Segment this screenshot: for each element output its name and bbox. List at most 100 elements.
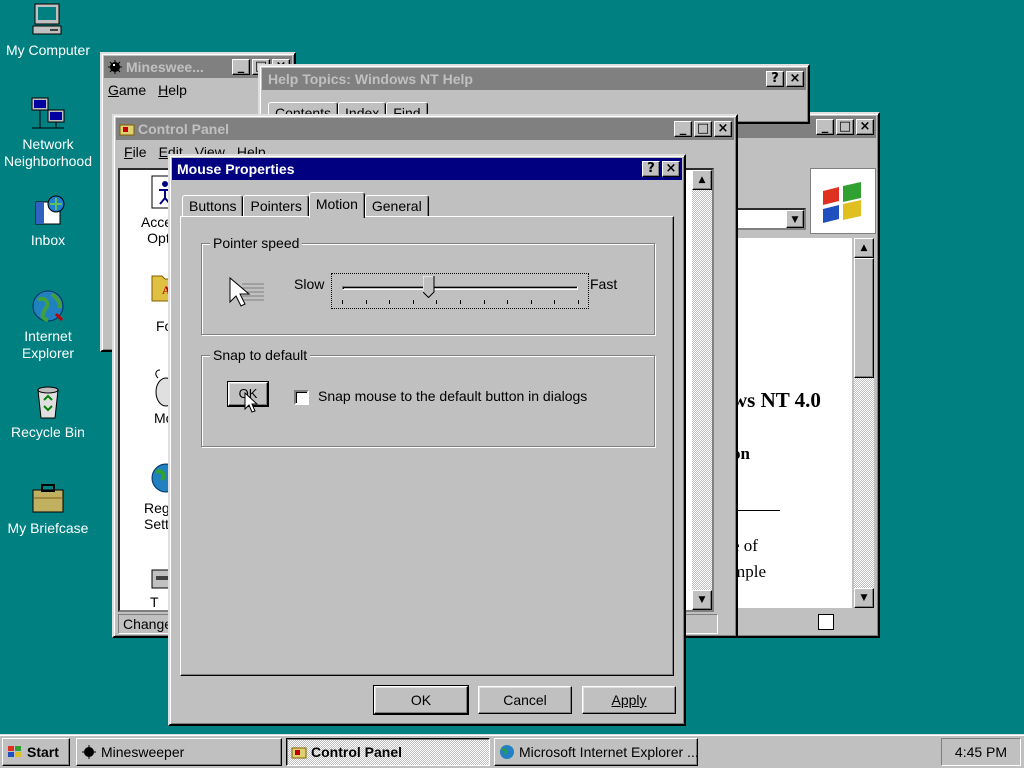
minimize-button[interactable]: _ bbox=[816, 119, 834, 135]
slider-tick bbox=[460, 300, 461, 304]
slider-tick bbox=[554, 300, 555, 304]
inbox-icon bbox=[30, 192, 66, 228]
tab-motion[interactable]: Motion bbox=[308, 192, 365, 218]
slow-label: Slow bbox=[294, 276, 325, 292]
ie-scrollbar[interactable]: ▲ ▼ bbox=[854, 238, 874, 608]
ie-status-zone-icon bbox=[818, 614, 834, 630]
control-panel-icon bbox=[291, 744, 307, 760]
task-label: Microsoft Internet Explorer ... bbox=[519, 744, 698, 760]
window-title: Mineswee... bbox=[126, 59, 204, 75]
group-legend: Snap to default bbox=[210, 347, 311, 363]
ok-button[interactable]: OK bbox=[373, 685, 469, 715]
scroll-down-button[interactable]: ▼ bbox=[692, 590, 712, 610]
chevron-down-icon[interactable]: ▼ bbox=[786, 210, 804, 228]
slider-tick bbox=[366, 300, 367, 304]
snap-preview: OK bbox=[227, 381, 270, 413]
computer-icon bbox=[30, 2, 66, 38]
desktop-icon-inbox[interactable]: Inbox bbox=[0, 192, 96, 249]
slider-track bbox=[342, 286, 578, 290]
minimize-button[interactable]: _ bbox=[232, 59, 250, 75]
fast-label: Fast bbox=[590, 276, 618, 292]
slider-tick bbox=[413, 300, 414, 304]
desktop-icon-label: Network Neighborhood bbox=[4, 136, 92, 169]
task-label: Minesweeper bbox=[101, 744, 185, 760]
close-button[interactable]: × bbox=[786, 71, 804, 87]
help-button[interactable]: ? bbox=[642, 161, 660, 177]
snap-to-default-group: Snap to default OK Snap mouse to the def… bbox=[201, 347, 655, 447]
ie-content: ws NT 4.0 on e of mple bbox=[732, 238, 852, 608]
windows-flag-icon bbox=[7, 744, 23, 760]
desktop-icon-label: My Computer bbox=[5, 42, 91, 58]
globe-icon bbox=[30, 288, 66, 324]
desktop-icon-internet-explorer[interactable]: Internet Explorer bbox=[0, 288, 96, 362]
help-titlebar[interactable]: Help Topics: Windows NT Help ? × bbox=[262, 68, 806, 90]
address-combo[interactable]: ▼ bbox=[732, 208, 806, 230]
mouse-properties-titlebar[interactable]: Mouse Properties ? × bbox=[172, 158, 682, 180]
slider-tick bbox=[436, 300, 437, 304]
mouse-properties-dialog[interactable]: Mouse Properties ? × Buttons Pointers Mo… bbox=[168, 154, 686, 726]
desktop-icon-my-briefcase[interactable]: My Briefcase bbox=[0, 480, 96, 537]
briefcase-icon bbox=[30, 480, 66, 516]
control-panel-titlebar[interactable]: Control Panel _ □ × bbox=[116, 118, 734, 140]
pointer-trail-icon bbox=[228, 274, 268, 310]
task-internet-explorer[interactable]: Microsoft Internet Explorer ... bbox=[494, 738, 698, 766]
tab-strip: Buttons Pointers Motion General bbox=[182, 192, 429, 218]
desktop-icon-label: My Briefcase bbox=[7, 520, 89, 536]
slider-tick bbox=[578, 300, 579, 304]
start-button[interactable]: Start bbox=[2, 738, 70, 766]
scroll-thumb[interactable] bbox=[854, 258, 874, 378]
windows-logo bbox=[810, 168, 876, 234]
slider-tick bbox=[531, 300, 532, 304]
cursor-icon bbox=[244, 391, 259, 417]
tab-pointers[interactable]: Pointers bbox=[243, 195, 309, 217]
slider-tick bbox=[484, 300, 485, 304]
scroll-down-button[interactable]: ▼ bbox=[854, 588, 874, 608]
slider-tick bbox=[342, 300, 343, 304]
task-minesweeper[interactable]: Minesweeper bbox=[76, 738, 282, 766]
close-button[interactable]: × bbox=[856, 119, 874, 135]
control-panel-icon bbox=[119, 121, 135, 137]
control-panel-scrollbar[interactable]: ▲ ▼ bbox=[692, 170, 712, 610]
desktop-icon-label: Inbox bbox=[30, 232, 66, 248]
tab-buttons[interactable]: Buttons bbox=[182, 195, 244, 217]
snap-checkbox[interactable] bbox=[294, 390, 309, 405]
desktop-icon-label: Internet Explorer bbox=[21, 328, 75, 361]
pointer-speed-slider[interactable] bbox=[331, 273, 589, 309]
cancel-button[interactable]: Cancel bbox=[478, 686, 572, 714]
task-control-panel[interactable]: Control Panel bbox=[286, 738, 490, 766]
clock[interactable]: 4:45 PM bbox=[955, 744, 1007, 760]
snap-checkbox-label[interactable]: Snap mouse to the default button in dial… bbox=[318, 388, 587, 404]
menu-game[interactable]: Game bbox=[108, 82, 146, 98]
heading-text: ws NT 4.0 bbox=[732, 388, 821, 412]
ie-icon bbox=[499, 744, 515, 760]
maximize-button[interactable]: □ bbox=[836, 119, 854, 135]
desktop-icon-label: Recycle Bin bbox=[11, 424, 85, 440]
dialog-title: Mouse Properties bbox=[177, 161, 295, 177]
close-button[interactable]: × bbox=[662, 161, 680, 177]
help-button[interactable]: ? bbox=[766, 71, 784, 87]
scroll-up-button[interactable]: ▲ bbox=[692, 170, 712, 190]
system-tray: 4:45 PM bbox=[941, 738, 1021, 766]
menu-help[interactable]: Help bbox=[158, 82, 187, 98]
maximize-button[interactable]: □ bbox=[694, 121, 712, 137]
recycle-bin-icon bbox=[30, 384, 66, 420]
menu-file[interactable]: File bbox=[124, 144, 147, 160]
status-text: Change bbox=[123, 616, 173, 632]
network-icon bbox=[30, 96, 66, 132]
window-title: Help Topics: Windows NT Help bbox=[268, 71, 473, 87]
desktop-icon-recycle-bin[interactable]: Recycle Bin bbox=[0, 384, 96, 441]
divider bbox=[732, 510, 780, 511]
tab-general[interactable]: General bbox=[364, 195, 429, 217]
slider-thumb[interactable] bbox=[422, 275, 435, 299]
start-label: Start bbox=[27, 744, 59, 760]
scroll-up-button[interactable]: ▲ bbox=[854, 238, 874, 258]
minesweeper-icon bbox=[81, 744, 97, 760]
mine-icon bbox=[107, 59, 123, 75]
minimize-button[interactable]: _ bbox=[674, 121, 692, 137]
window-title: Control Panel bbox=[138, 121, 230, 137]
slider-tick bbox=[389, 300, 390, 304]
apply-button[interactable]: Apply bbox=[582, 686, 676, 714]
desktop-icon-network[interactable]: Network Neighborhood bbox=[0, 96, 96, 170]
close-button[interactable]: × bbox=[714, 121, 732, 137]
desktop-icon-my-computer[interactable]: My Computer bbox=[0, 2, 96, 59]
